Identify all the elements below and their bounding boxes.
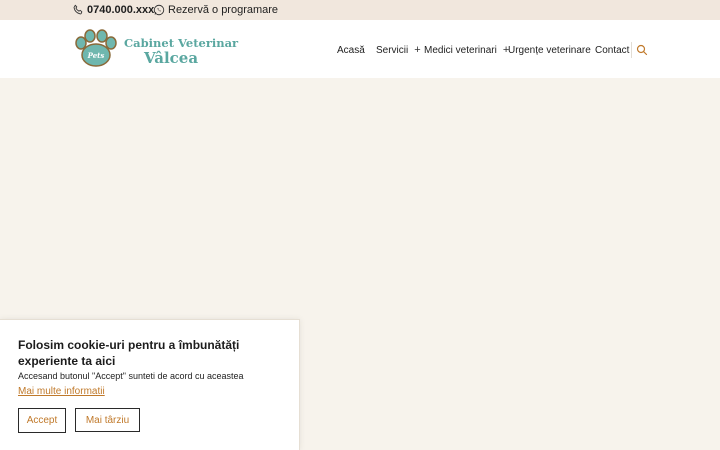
nav-label: Servicii bbox=[376, 44, 409, 56]
top-bar: 0740.000.xxx Rezervă o programare bbox=[0, 0, 720, 20]
accept-button[interactable]: Accept bbox=[18, 408, 66, 433]
nav-medici-veterinari[interactable]: Medici veterinari + bbox=[424, 43, 509, 57]
cookie-description: Accesand butonul "Accept" sunteti de aco… bbox=[18, 371, 244, 381]
booking-text: Rezervă o programare bbox=[168, 4, 279, 16]
phone-number: 0740.000.xxx bbox=[87, 4, 155, 16]
plus-icon[interactable]: + bbox=[414, 44, 420, 56]
search-button[interactable] bbox=[636, 43, 648, 56]
cookie-title: Folosim cookie-uri pentru a îmbunătăți e… bbox=[18, 338, 240, 368]
search-icon bbox=[636, 44, 648, 56]
cookie-more-info-link[interactable]: Mai multe informatii bbox=[18, 386, 105, 397]
logo-line2: Vâlcea bbox=[144, 49, 199, 67]
booking-link[interactable]: Rezervă o programare bbox=[153, 3, 278, 17]
logo-line1: Cabinet Veterinar bbox=[124, 36, 239, 50]
logo-badge: Pets bbox=[87, 51, 105, 60]
nav-label: Medici veterinari bbox=[424, 44, 497, 56]
site-logo[interactable]: Pets Cabinet Veterinar Vâlcea bbox=[73, 29, 238, 69]
whatsapp-icon bbox=[153, 4, 165, 16]
paw-icon: Pets bbox=[75, 29, 117, 67]
phone-link[interactable]: 0740.000.xxx bbox=[72, 3, 154, 17]
nav-divider bbox=[631, 42, 632, 58]
nav-label: Acasă bbox=[337, 44, 365, 56]
nav-urgente-veterinare[interactable]: Urgențe veterinare bbox=[508, 43, 591, 57]
phone-icon bbox=[73, 4, 83, 15]
cookie-banner: Folosim cookie-uri pentru a îmbunătăți e… bbox=[0, 319, 300, 450]
site-header: Pets Cabinet Veterinar Vâlcea Acasă Serv… bbox=[0, 20, 720, 78]
nav-label: Contact bbox=[595, 44, 630, 56]
nav-contact[interactable]: Contact bbox=[595, 43, 629, 57]
nav-label: Urgențe veterinare bbox=[508, 44, 591, 56]
nav-acasa[interactable]: Acasă bbox=[337, 43, 365, 57]
nav-servicii[interactable]: Servicii + bbox=[376, 43, 421, 57]
later-button[interactable]: Mai târziu bbox=[75, 408, 140, 432]
